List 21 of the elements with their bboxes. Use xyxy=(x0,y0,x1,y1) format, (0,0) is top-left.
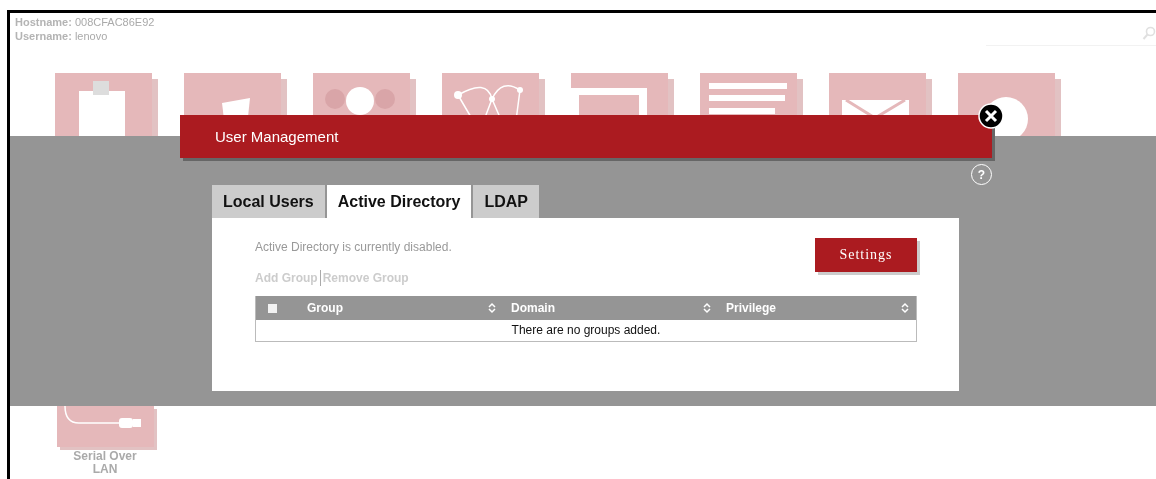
column-header[interactable]: Domain xyxy=(511,301,555,315)
cable-icon xyxy=(63,406,142,429)
column-header[interactable]: Privilege xyxy=(726,301,777,315)
tab[interactable]: LDAP xyxy=(473,185,539,218)
status-text: Active Directory is currently disabled. xyxy=(255,240,452,254)
sort-icon[interactable] xyxy=(901,302,909,314)
column-header[interactable]: Group xyxy=(307,301,343,315)
settings-button[interactable]: Settings xyxy=(815,238,917,272)
hostname-text: Hostname: 008CFAC86E92 xyxy=(15,15,155,29)
dialog-title: User Management xyxy=(215,128,339,145)
username-text: Username: lenovo xyxy=(15,29,109,43)
sort-icon[interactable] xyxy=(488,302,496,314)
close-icon[interactable] xyxy=(978,103,1004,129)
tab[interactable]: Local Users xyxy=(212,185,325,218)
empty-message: There are no groups added. xyxy=(510,322,662,339)
app-tile[interactable] xyxy=(56,406,154,447)
select-all-checkbox[interactable] xyxy=(268,303,277,313)
tile-label: Serial Over LAN xyxy=(72,450,138,476)
tab[interactable]: Active Directory xyxy=(326,185,472,218)
search-icon xyxy=(1142,26,1156,42)
sort-icon[interactable] xyxy=(703,302,711,314)
